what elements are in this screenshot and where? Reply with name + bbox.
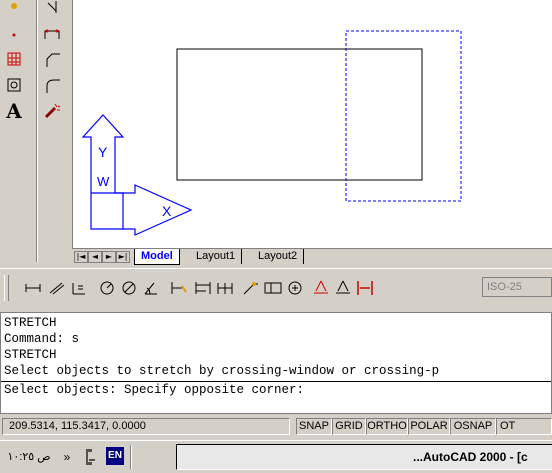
- command-window[interactable]: STRETCH Command: s STRETCH Select object…: [0, 312, 552, 414]
- toolbar-separator: [36, 0, 38, 262]
- layout-tabs-bar: |◄ ◄ ► ►| Model Layout1 Layout2: [72, 248, 552, 265]
- hatch-icon[interactable]: [2, 48, 26, 70]
- next-tab-button[interactable]: ►: [102, 251, 116, 263]
- ucs-w-label: W: [97, 174, 110, 189]
- center-mark-icon[interactable]: [284, 277, 306, 299]
- point-tool-icon[interactable]: [2, 0, 26, 14]
- multiline-text-icon[interactable]: A: [2, 99, 26, 123]
- dimension-toolbar: ISO-25: [0, 268, 552, 309]
- linear-dimension-icon[interactable]: [22, 277, 44, 299]
- draw-toolbar: A: [0, 0, 72, 262]
- tab-layout1[interactable]: Layout1: [190, 249, 243, 264]
- first-tab-button[interactable]: |◄: [74, 251, 88, 263]
- baseline-dimension-icon[interactable]: [192, 277, 214, 299]
- command-history-line: STRETCH: [4, 348, 57, 362]
- polar-toggle[interactable]: POLAR: [408, 418, 450, 435]
- windows-taskbar: ص ١٠:٢٥ » EN ...AutoCAD 2000 - [c: [0, 440, 552, 473]
- point-icon[interactable]: [2, 24, 26, 46]
- status-bar: 209.5314, 115.3417, 0.0000 SNAP GRID ORT…: [0, 418, 552, 436]
- toolbar-grip[interactable]: [4, 275, 9, 301]
- ucs-y-label: Y: [98, 144, 108, 160]
- dimension-update-icon[interactable]: [354, 277, 376, 299]
- crossing-window: [345, 30, 462, 202]
- otrack-toggle[interactable]: OT: [496, 418, 552, 435]
- quick-leader-icon[interactable]: [240, 277, 262, 299]
- taskbar-divider: [130, 445, 132, 469]
- angular-dimension-icon[interactable]: [140, 277, 162, 299]
- grid-toggle[interactable]: GRID: [332, 418, 366, 435]
- ordinate-dimension-icon[interactable]: [68, 277, 90, 299]
- snap-toggle[interactable]: SNAP: [296, 418, 332, 435]
- aligned-dimension-icon[interactable]: [46, 277, 68, 299]
- taskbar-clock: ص ١٠:٢٥: [7, 451, 51, 463]
- command-history-line: STRETCH: [4, 316, 57, 330]
- fillet-icon[interactable]: [40, 74, 64, 96]
- command-history-line: Command: s: [4, 332, 80, 346]
- dimension-style-select[interactable]: ISO-25: [482, 277, 552, 297]
- tab-layout2[interactable]: Layout2: [252, 249, 305, 264]
- autocad-task-button[interactable]: ...AutoCAD 2000 - [c: [176, 444, 552, 470]
- rectangle-object: [176, 48, 423, 181]
- dimension-edit-icon[interactable]: [310, 277, 332, 299]
- radius-dimension-icon[interactable]: [96, 277, 118, 299]
- region-icon[interactable]: [2, 74, 26, 96]
- command-prompt-line[interactable]: Select objects: Specify opposite corner:: [1, 381, 551, 398]
- ortho-toggle[interactable]: ORTHO: [366, 418, 408, 435]
- model-space-canvas[interactable]: Y W X: [72, 0, 552, 248]
- tolerance-icon[interactable]: [262, 277, 284, 299]
- quick-launch-chevron[interactable]: »: [60, 447, 74, 467]
- command-history-line: Select objects to stretch by crossing-wi…: [4, 364, 440, 378]
- explode-icon[interactable]: [40, 100, 64, 122]
- ucs-x-label: X: [162, 203, 172, 219]
- break-icon[interactable]: [40, 24, 64, 46]
- last-tab-button[interactable]: ►|: [116, 251, 130, 263]
- volume-icon[interactable]: [84, 445, 98, 469]
- diameter-dimension-icon[interactable]: [118, 277, 140, 299]
- tab-model[interactable]: Model: [134, 249, 180, 265]
- trim-icon[interactable]: [40, 0, 64, 14]
- osnap-toggle[interactable]: OSNAP: [450, 418, 496, 435]
- continue-dimension-icon[interactable]: [214, 277, 236, 299]
- coordinate-readout[interactable]: 209.5314, 115.3417, 0.0000: [2, 418, 290, 435]
- prev-tab-button[interactable]: ◄: [88, 251, 102, 263]
- language-indicator[interactable]: EN: [106, 447, 124, 465]
- quick-dimension-icon[interactable]: [168, 277, 190, 299]
- chamfer-icon[interactable]: [40, 48, 64, 70]
- dimension-text-edit-icon[interactable]: [332, 277, 354, 299]
